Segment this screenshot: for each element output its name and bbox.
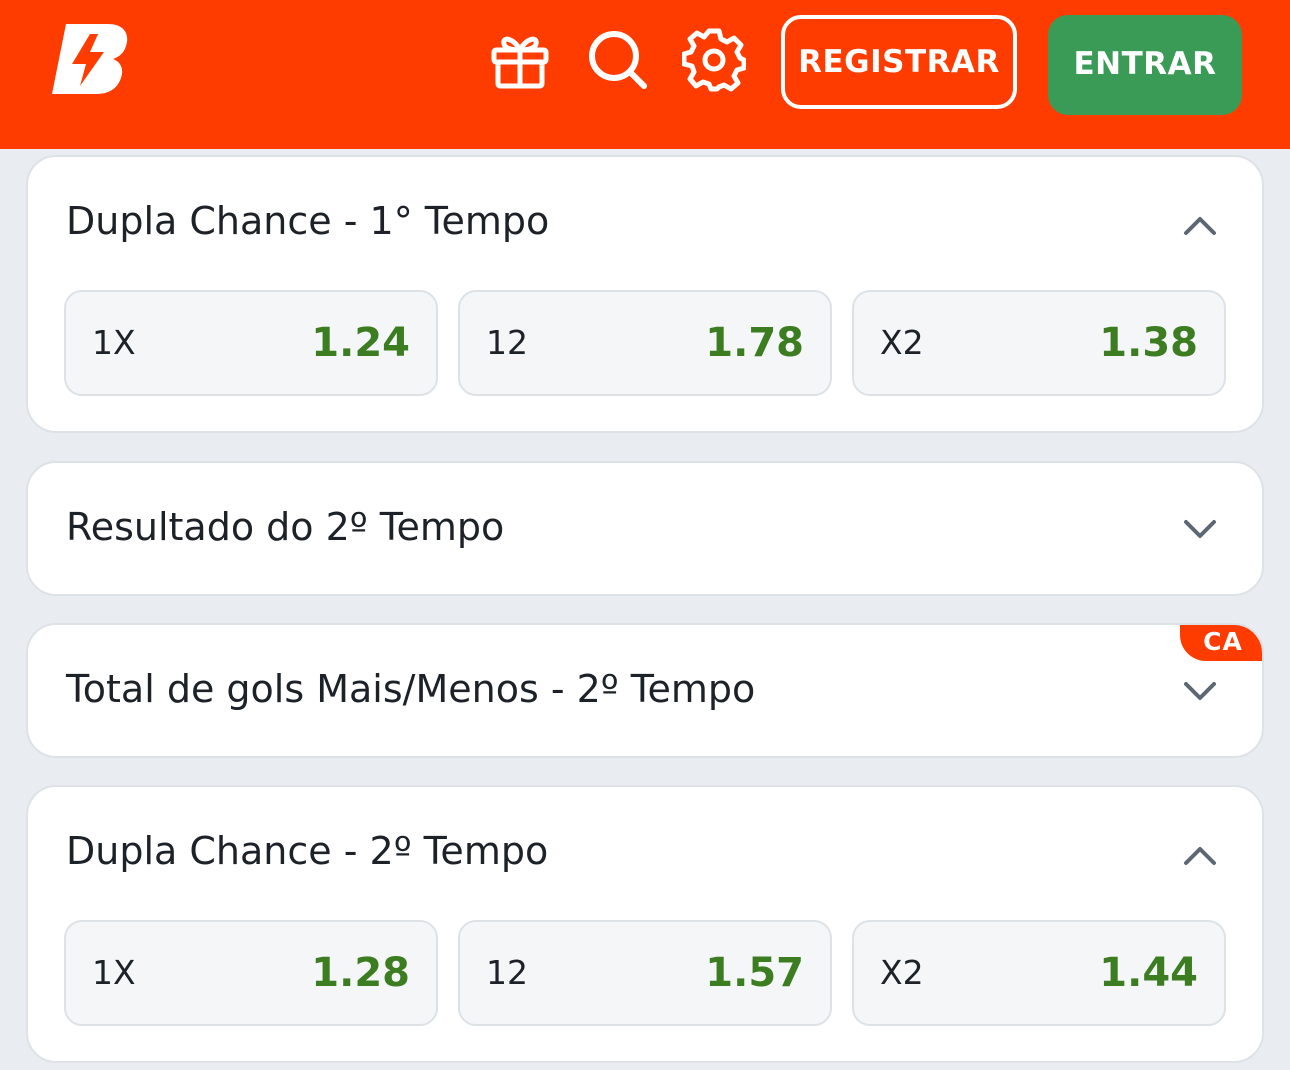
market-title: Resultado do 2º Tempo [66, 505, 505, 549]
market-card-resultado-2t[interactable]: Resultado do 2º Tempo [26, 461, 1264, 596]
gear-icon[interactable] [682, 28, 746, 92]
odd-value: 1.38 [1099, 320, 1198, 366]
odd-label: X2 [880, 953, 924, 992]
odd-label: 12 [486, 953, 528, 992]
login-button[interactable]: ENTRAR [1048, 15, 1242, 115]
odd-value: 1.44 [1099, 950, 1198, 996]
odd-value: 1.24 [311, 320, 410, 366]
chevron-down-icon[interactable] [1182, 518, 1218, 542]
odd-button-x2[interactable]: X2 1.44 [852, 920, 1226, 1026]
odd-button-1x[interactable]: 1X 1.24 [64, 290, 438, 396]
search-icon[interactable] [586, 28, 650, 92]
chevron-up-icon[interactable] [1182, 843, 1218, 867]
top-header: REGISTRAR ENTRAR [0, 0, 1290, 149]
odd-label: 1X [92, 323, 136, 362]
register-button[interactable]: REGISTRAR [781, 15, 1017, 109]
market-title: Total de gols Mais/Menos - 2º Tempo [66, 667, 756, 711]
chevron-up-icon[interactable] [1182, 213, 1218, 237]
odd-button-12[interactable]: 12 1.78 [458, 290, 832, 396]
gift-icon[interactable] [488, 28, 552, 92]
brand-logo-icon[interactable] [50, 22, 132, 96]
odd-value: 1.57 [705, 950, 804, 996]
market-card-total-gols-2t[interactable]: CA Total de gols Mais/Menos - 2º Tempo [26, 623, 1264, 758]
market-title: Dupla Chance - 2º Tempo [66, 829, 549, 873]
odd-button-12[interactable]: 12 1.57 [458, 920, 832, 1026]
odd-value: 1.78 [705, 320, 804, 366]
ca-badge: CA [1180, 625, 1262, 661]
odd-label: 12 [486, 323, 528, 362]
market-card-dupla-chance-2t: Dupla Chance - 2º Tempo 1X 1.28 12 1.57 … [26, 785, 1264, 1063]
odd-label: X2 [880, 323, 924, 362]
market-title: Dupla Chance - 1° Tempo [66, 199, 550, 243]
chevron-down-icon[interactable] [1182, 680, 1218, 704]
odd-label: 1X [92, 953, 136, 992]
odd-button-x2[interactable]: X2 1.38 [852, 290, 1226, 396]
odd-button-1x[interactable]: 1X 1.28 [64, 920, 438, 1026]
odd-value: 1.28 [311, 950, 410, 996]
market-card-dupla-chance-1t: Dupla Chance - 1° Tempo 1X 1.24 12 1.78 … [26, 155, 1264, 433]
